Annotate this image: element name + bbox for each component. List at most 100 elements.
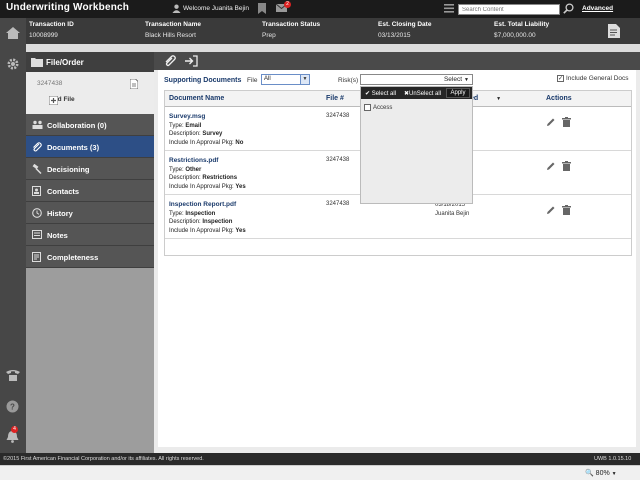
unselect-all-label: UnSelect all (409, 91, 442, 97)
folder-icon (31, 57, 43, 67)
mail-count-badge: 2 (284, 1, 291, 8)
edit-pencil-icon[interactable] (546, 205, 556, 215)
zoom-control[interactable]: 🔍 80% ▼ (585, 469, 617, 477)
side-panel: File/Order 3247438 Add File Collaboratio… (26, 52, 154, 453)
trash-icon[interactable] (562, 117, 571, 127)
field-label: Type: (169, 210, 186, 217)
pdf-file-icon[interactable] (130, 79, 138, 89)
select-all-button[interactable]: ✔ Select all (365, 90, 396, 97)
clock-icon (32, 208, 42, 218)
risk-option-label: Access (373, 105, 393, 112)
document-include: Include In Approval Pkg: Yes (169, 227, 246, 236)
nav-label: Notes (47, 231, 68, 240)
field-label: Include In Approval Pkg: (169, 139, 236, 146)
left-rail: ? 4 (0, 18, 26, 453)
nav-label: Documents (3) (47, 143, 100, 152)
file-order-details: 3247438 Add File (26, 72, 154, 114)
svg-text:?: ? (10, 403, 15, 412)
nav-label: Collaboration (0) (47, 121, 107, 130)
trash-icon[interactable] (562, 205, 571, 215)
document-type: Type: Inspection (169, 210, 246, 219)
trash-icon[interactable] (562, 161, 571, 171)
document-cell: Survey.msg Type: Email Description: Surv… (169, 113, 243, 147)
nav-history[interactable]: History (26, 202, 154, 224)
search-icon[interactable] (563, 3, 574, 14)
est-total-liability: Est. Total Liability $7,000,000.00 (494, 21, 549, 39)
export-icon[interactable] (184, 55, 198, 67)
transaction-summary: Transaction ID 10008999 Transaction Name… (26, 18, 640, 44)
document-link[interactable]: Inspection Report.pdf (169, 201, 246, 210)
field-value: Email (185, 122, 202, 129)
apply-button[interactable]: Apply (446, 88, 470, 98)
document-type: Type: Email (169, 122, 243, 131)
supporting-documents-label: Supporting Documents (164, 77, 242, 84)
field-value: Survey (202, 131, 223, 137)
nav-notes[interactable]: Notes (26, 224, 154, 246)
file-number[interactable]: 3247438 (37, 80, 62, 87)
copyright-text: ©2015 First American Financial Corporati… (3, 456, 204, 462)
browser-status-bar: 🔍 80% ▼ (0, 465, 640, 480)
column-date[interactable]: ed ▼ (470, 95, 501, 102)
add-file-button[interactable]: Add File (37, 96, 75, 105)
summary-label: Transaction Name (145, 21, 201, 28)
risk-option-access[interactable]: Access (364, 104, 392, 111)
nav-contacts[interactable]: Contacts (26, 180, 154, 202)
uploaded-by: Juanita Bejin (435, 210, 470, 217)
nav-documents[interactable]: Documents (3) (26, 136, 154, 158)
bookmark-icon[interactable] (258, 3, 266, 14)
include-general-docs-label: Include General Docs (566, 75, 629, 83)
document-include: Include In Approval Pkg: Yes (169, 183, 246, 192)
notification-count-badge: 4 (11, 426, 18, 433)
nav-label: Completeness (47, 253, 99, 262)
column-file-number[interactable]: File # (326, 95, 344, 102)
contact-card-icon (32, 186, 41, 196)
include-general-docs-checkbox[interactable]: ✓ Include General Docs (557, 75, 629, 82)
nav-decisioning[interactable]: Decisioning (26, 158, 154, 180)
risk-filter-select[interactable]: Select ▼ (360, 74, 473, 85)
risk-filter-value: Select (443, 76, 463, 83)
top-bar: Underwriting Workbench Welcome Juanita B… (0, 0, 640, 18)
column-document-name[interactable]: Document Name (169, 95, 224, 102)
document-description: Description: Inspection (169, 218, 246, 227)
search-input[interactable] (458, 4, 560, 15)
document-description: Description: Survey (169, 130, 243, 139)
field-label: Description: (169, 131, 203, 137)
summary-value: Prep (262, 32, 276, 39)
unselect-all-button[interactable]: ✖UnSelect all (404, 90, 441, 97)
edit-pencil-icon[interactable] (546, 161, 556, 171)
field-value: No (235, 139, 244, 146)
field-label: Type: (169, 166, 186, 173)
advanced-search-link[interactable]: Advanced (582, 5, 613, 12)
checkbox-checked-icon: ✓ (557, 75, 564, 82)
file-order-header[interactable]: File/Order (26, 52, 154, 72)
zoom-level: 80% (595, 470, 610, 477)
field-value: Inspection (202, 219, 233, 225)
checkbox-icon (364, 104, 371, 111)
risk-filter-label: Risk(s) (338, 77, 359, 84)
chevron-down-icon: ▼ (300, 75, 309, 84)
gavel-icon (32, 164, 42, 174)
nav-collaboration[interactable]: Collaboration (0) (26, 114, 154, 136)
field-label: Description: (169, 219, 203, 225)
document-link[interactable]: Restrictions.pdf (169, 157, 246, 166)
documents-content: Supporting Documents File All ▼ Risk(s) … (158, 70, 636, 447)
transaction-id: Transaction ID 10008999 (29, 21, 74, 39)
menu-icon[interactable] (444, 4, 454, 13)
document-cell: Inspection Report.pdf Type: Inspection D… (169, 201, 246, 235)
phone-icon[interactable] (6, 369, 20, 381)
nav-completeness[interactable]: Completeness (26, 246, 154, 268)
field-label: Type: (169, 122, 186, 129)
file-filter-select[interactable]: All ▼ (261, 74, 310, 85)
document-link[interactable]: Survey.msg (169, 113, 243, 122)
summary-value: Black Hills Resort (145, 32, 196, 39)
add-file-icon (49, 96, 58, 105)
summary-label: Transaction ID (29, 21, 74, 28)
field-value: Yes (235, 227, 246, 234)
gear-icon[interactable] (6, 57, 20, 71)
file-filter-label: File (247, 77, 258, 84)
edit-pencil-icon[interactable] (546, 117, 556, 127)
link-icon[interactable] (164, 55, 177, 67)
document-edit-icon[interactable] (608, 24, 620, 38)
help-icon[interactable]: ? (6, 400, 19, 413)
home-icon[interactable] (6, 27, 20, 39)
